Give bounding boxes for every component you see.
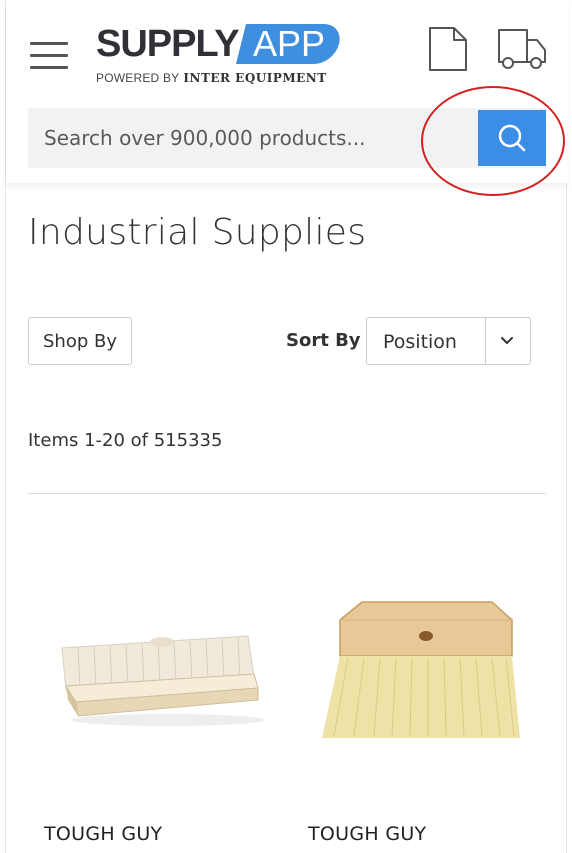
sort-select-value: Position: [383, 331, 457, 353]
logo-word-app-badge: APP: [235, 23, 344, 64]
app-frame: SUPPLY APP POWERED BY INTER EQUIPMENT Se…: [5, 0, 568, 853]
logo-word-supply: SUPPLY: [96, 23, 240, 65]
logo-company: INTER EQUIPMENT: [183, 71, 327, 85]
product-name[interactable]: TOUGH GUY: [44, 823, 162, 845]
document-icon[interactable]: [428, 26, 468, 72]
truck-icon[interactable]: [496, 26, 548, 72]
items-count: Items 1-20 of 515335: [28, 430, 223, 451]
menu-bar: [30, 54, 68, 57]
sort-select-divider: [485, 318, 486, 364]
divider: [28, 493, 546, 494]
product-image-scrub-brush[interactable]: [28, 560, 268, 780]
sort-select[interactable]: Position: [366, 317, 531, 365]
product-image-tampico-brush[interactable]: [292, 560, 532, 780]
search-button[interactable]: [478, 110, 546, 166]
logo-powered-by: POWERED BY: [96, 71, 180, 85]
menu-bar: [30, 42, 68, 45]
logo-word-app: APP: [252, 23, 325, 64]
product-card[interactable]: TOUGH GUY: [28, 560, 268, 853]
product-name[interactable]: TOUGH GUY: [308, 823, 426, 845]
page-title: Industrial Supplies: [28, 212, 367, 253]
product-card[interactable]: TOUGH GUY: [292, 560, 532, 853]
search-input[interactable]: [28, 108, 478, 168]
header: SUPPLY APP POWERED BY INTER EQUIPMENT: [6, 0, 568, 183]
menu-bar: [30, 66, 68, 69]
search-icon: [498, 124, 526, 152]
chevron-down-icon: [501, 337, 513, 344]
search-bar: [28, 108, 546, 168]
shop-by-button[interactable]: Shop By: [28, 317, 132, 365]
sort-by-label: Sort By: [286, 330, 361, 351]
logo[interactable]: SUPPLY APP POWERED BY INTER EQUIPMENT: [96, 22, 344, 88]
logo-tagline: POWERED BY INTER EQUIPMENT: [96, 71, 327, 85]
hamburger-menu-icon[interactable]: [30, 42, 68, 70]
logo-wordmark: SUPPLY APP: [96, 22, 344, 66]
